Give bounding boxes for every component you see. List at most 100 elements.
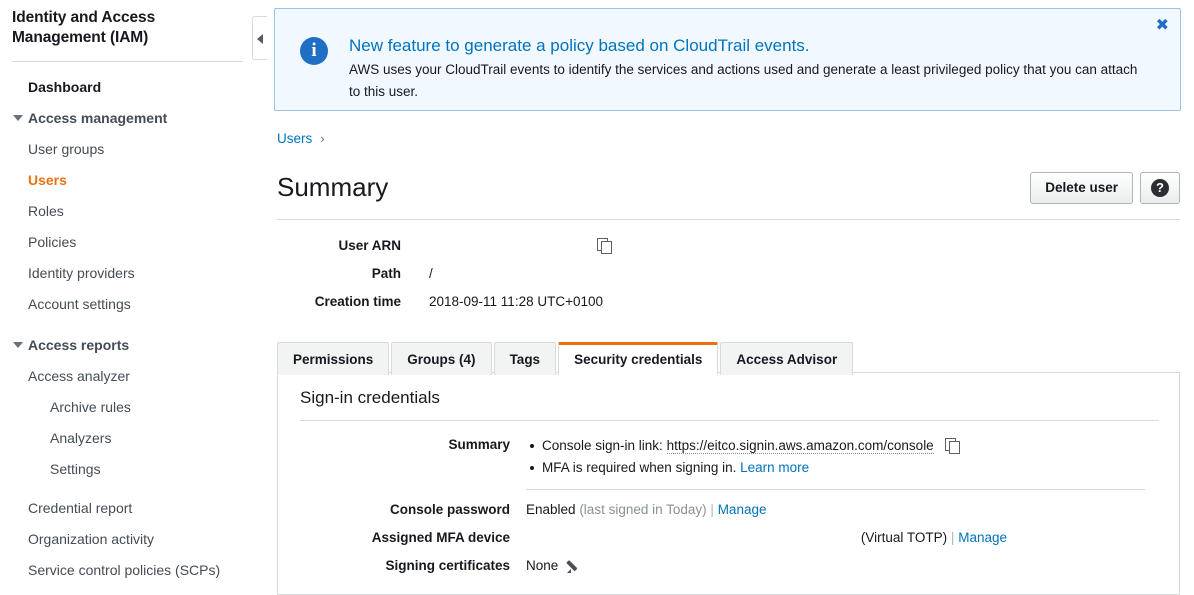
manage-console-password-link[interactable]: Manage — [718, 502, 767, 517]
credential-label: Signing certificates — [278, 556, 510, 576]
detail-row-user-arn: User ARN — [277, 236, 977, 255]
credential-row-mfa-device: Assigned MFA device (Virtual TOTP) | Man… — [278, 528, 1179, 548]
pencil-icon[interactable] — [567, 558, 581, 572]
iam-console-page: Identity and Access Management (IAM) Das… — [0, 0, 1194, 595]
separator: | — [951, 530, 955, 545]
mfa-device-type: (Virtual TOTP) — [861, 530, 947, 545]
delete-user-button[interactable]: Delete user — [1030, 172, 1133, 204]
tab-groups[interactable]: Groups (4) — [391, 342, 491, 375]
sidebar-group-access-management[interactable]: Access management — [0, 103, 255, 134]
sidebar-item-roles[interactable]: Roles — [0, 196, 255, 227]
credential-value: None — [526, 556, 1179, 576]
panel-title: Sign-in credentials — [278, 373, 1179, 409]
credential-value: Enabled (last signed in Today) | Manage — [526, 500, 1179, 520]
list-item: MFA is required when signing in. Learn m… — [542, 457, 1179, 479]
credential-divider — [526, 489, 1145, 490]
sidebar-group-access-reports[interactable]: Access reports — [0, 330, 255, 361]
sidebar-item-settings[interactable]: Settings — [0, 454, 255, 485]
chevron-down-icon — [13, 115, 23, 121]
copy-icon[interactable] — [597, 238, 612, 253]
summary-bullets: Console sign-in link: https://eitco.sign… — [526, 435, 1179, 479]
tab-permissions[interactable]: Permissions — [277, 342, 389, 375]
sidebar-item-label: Policies — [28, 234, 76, 250]
detail-label: Path — [277, 264, 401, 283]
sidebar-item-label: Access management — [28, 110, 167, 126]
sidebar-item-label: Credential report — [28, 500, 132, 516]
sidebar-item-user-groups[interactable]: User groups — [0, 134, 255, 165]
console-signin-link-label: Console sign-in link: — [542, 438, 667, 453]
sidebar-item-label: Organization activity — [28, 531, 154, 547]
copy-icon[interactable] — [945, 438, 960, 453]
credential-row-summary: Summary Console sign-in link: https://ei… — [278, 435, 1179, 479]
sidebar-item-label: Settings — [50, 461, 101, 477]
sidebar-title: Identity and Access Management (IAM) — [0, 0, 255, 48]
credentials-list: Summary Console sign-in link: https://ei… — [278, 421, 1179, 576]
breadcrumb: Users › — [277, 130, 325, 148]
sidebar-nav: Dashboard Access management User groups … — [0, 62, 255, 586]
credential-label: Summary — [278, 435, 510, 455]
chevron-left-icon — [257, 34, 263, 44]
detail-row-creation-time: Creation time 2018-09-11 11:28 UTC+0100 — [277, 292, 977, 311]
info-icon: i — [300, 37, 328, 65]
user-details: User ARN Path / Creation time 2018-09-11… — [277, 236, 977, 320]
mfa-device-meta: (Virtual TOTP) | Manage — [861, 528, 1007, 548]
tab-security-credentials[interactable]: Security credentials — [558, 342, 718, 375]
console-password-status: Enabled — [526, 502, 576, 517]
sidebar-item-label: Access reports — [28, 337, 129, 353]
sidebar-item-label: User groups — [28, 141, 104, 157]
close-icon[interactable]: ✖ — [1156, 18, 1169, 32]
sidebar-item-policies[interactable]: Policies — [0, 227, 255, 258]
banner-body-text: AWS uses your CloudTrail events to ident… — [349, 59, 1139, 103]
detail-value — [429, 236, 977, 255]
chevron-right-icon: › — [320, 131, 324, 146]
sidebar-item-account-settings[interactable]: Account settings — [0, 289, 255, 320]
credential-value: (Virtual TOTP) | Manage — [526, 528, 1179, 548]
console-signin-link[interactable]: https://eitco.signin.aws.amazon.com/cons… — [667, 438, 934, 454]
signing-certificates-value: None — [526, 558, 558, 573]
breadcrumb-item-users[interactable]: Users — [277, 131, 312, 146]
sidebar-item-credential-report[interactable]: Credential report — [0, 493, 255, 524]
sidebar-item-label: Dashboard — [28, 79, 101, 95]
sidebar-item-service-control-policies[interactable]: Service control policies (SCPs) — [0, 555, 255, 586]
separator: | — [710, 502, 714, 517]
detail-value: / — [429, 264, 977, 283]
detail-value: 2018-09-11 11:28 UTC+0100 — [429, 292, 977, 311]
credential-value: Console sign-in link: https://eitco.sign… — [526, 435, 1179, 479]
sidebar-item-label: Archive rules — [50, 399, 131, 415]
sidebar-item-label: Access analyzer — [28, 368, 130, 384]
mfa-required-text: MFA is required when signing in. — [542, 460, 736, 475]
sidebar-item-label: Identity providers — [28, 265, 135, 281]
page-actions: Delete user ? — [1030, 172, 1180, 204]
tab-access-advisor[interactable]: Access Advisor — [720, 342, 853, 375]
help-button[interactable]: ? — [1140, 172, 1180, 204]
sidebar-item-analyzers[interactable]: Analyzers — [0, 423, 255, 454]
sidebar-item-dashboard[interactable]: Dashboard — [0, 72, 255, 103]
question-mark-icon: ? — [1151, 179, 1169, 197]
sidebar-item-organization-activity[interactable]: Organization activity — [0, 524, 255, 555]
learn-more-link[interactable]: Learn more — [740, 460, 809, 475]
tab-tags[interactable]: Tags — [494, 342, 557, 375]
credential-row-signing-certificates: Signing certificates None — [278, 556, 1179, 576]
credential-label: Assigned MFA device — [278, 528, 510, 548]
sidebar-item-label: Analyzers — [50, 430, 111, 446]
sidebar-item-archive-rules[interactable]: Archive rules — [0, 392, 255, 423]
sidebar-item-identity-providers[interactable]: Identity providers — [0, 258, 255, 289]
list-item: Console sign-in link: https://eitco.sign… — [542, 435, 1179, 457]
sidebar-item-label: Roles — [28, 203, 64, 219]
sidebar-item-users[interactable]: Users — [0, 165, 255, 196]
sidebar-item-access-analyzer[interactable]: Access analyzer — [0, 361, 255, 392]
title-divider — [277, 219, 1180, 220]
main-content: i New feature to generate a policy based… — [255, 0, 1194, 595]
console-password-note: (last signed in Today) — [579, 502, 706, 517]
sidebar-collapse-button[interactable] — [252, 16, 267, 60]
security-credentials-panel: Sign-in credentials Summary Console sign… — [277, 372, 1180, 595]
sidebar-item-label: Account settings — [28, 296, 131, 312]
detail-row-path: Path / — [277, 264, 977, 283]
sidebar-item-label: Service control policies (SCPs) — [28, 562, 220, 578]
sidebar: Identity and Access Management (IAM) Das… — [0, 0, 255, 595]
banner-headline: New feature to generate a policy based o… — [349, 35, 810, 57]
manage-mfa-link[interactable]: Manage — [958, 530, 1007, 545]
page-header: Summary Delete user ? — [277, 168, 1180, 218]
chevron-down-icon — [13, 342, 23, 348]
tab-bar: Permissions Groups (4) Tags Security cre… — [277, 342, 855, 375]
